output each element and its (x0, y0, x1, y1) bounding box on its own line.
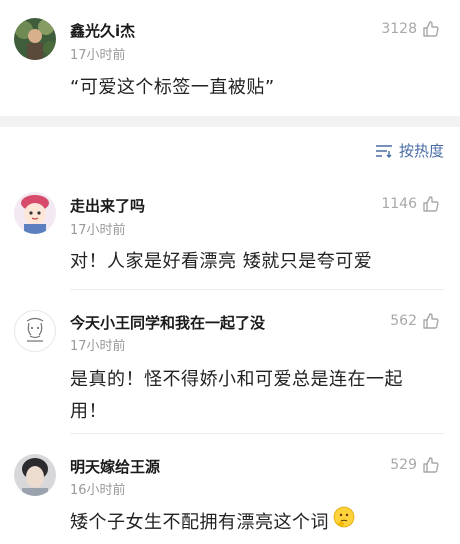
thumbs-up-icon (422, 20, 440, 38)
like-button[interactable]: 529 (390, 456, 440, 474)
sort-toggle[interactable]: 按热度 (375, 140, 444, 161)
like-count: 562 (390, 313, 417, 329)
comment-item: 明天嫁给王源 16小时前 529 矮个子女生不配拥有漂亮这个词 (0, 444, 460, 544)
timestamp: 16小时前 (70, 483, 126, 498)
comment-text: 是真的！怪不得娇小和可爱总是连在一起用！ (70, 369, 403, 422)
like-count: 1146 (381, 196, 417, 212)
divider (70, 289, 444, 290)
username[interactable]: 鑫光久i杰 (70, 20, 135, 41)
thumbs-up-icon (422, 312, 440, 330)
comment-text: 矮个子女生不配拥有漂亮这个词 (70, 506, 438, 539)
timestamp: 17小时前 (70, 223, 126, 238)
avatar[interactable] (14, 18, 56, 60)
comment-item: 走出来了吗 17小时前 1146 对！人家是好看漂亮 矮就只是夸可爱 (0, 180, 460, 290)
like-button[interactable]: 562 (390, 312, 440, 330)
section-separator (0, 116, 460, 127)
comment-text: “可爱这个标签一直被贴” (70, 77, 275, 98)
sort-lines-icon (375, 144, 393, 158)
thumbs-up-icon (422, 456, 440, 474)
like-count: 529 (390, 457, 417, 473)
username[interactable]: 走出来了吗 (70, 195, 145, 216)
avatar[interactable] (14, 310, 56, 352)
thumbs-up-icon (422, 195, 440, 213)
thinking-emoji-icon (333, 506, 355, 539)
comment-text: 对！人家是好看漂亮 矮就只是夸可爱 (70, 251, 373, 272)
like-count: 3128 (381, 21, 417, 37)
username[interactable]: 明天嫁给王源 (70, 456, 160, 477)
like-button[interactable]: 1146 (381, 195, 440, 213)
comment-item: 鑫光久i杰 17小时前 3128 “可爱这个标签一直被贴” (0, 0, 460, 116)
like-button[interactable]: 3128 (381, 20, 440, 38)
sort-label: 按热度 (398, 142, 444, 160)
comment-item: 今天小王同学和我在一起了没 17小时前 562 是真的！怪不得娇小和可爱总是连在… (0, 300, 460, 435)
timestamp: 17小时前 (70, 339, 126, 354)
username[interactable]: 今天小王同学和我在一起了没 (70, 312, 265, 333)
divider (70, 433, 444, 434)
avatar[interactable] (14, 192, 56, 234)
comment-text-content: 矮个子女生不配拥有漂亮这个词 (70, 511, 329, 533)
timestamp: 17小时前 (70, 48, 126, 63)
avatar[interactable] (14, 454, 56, 496)
